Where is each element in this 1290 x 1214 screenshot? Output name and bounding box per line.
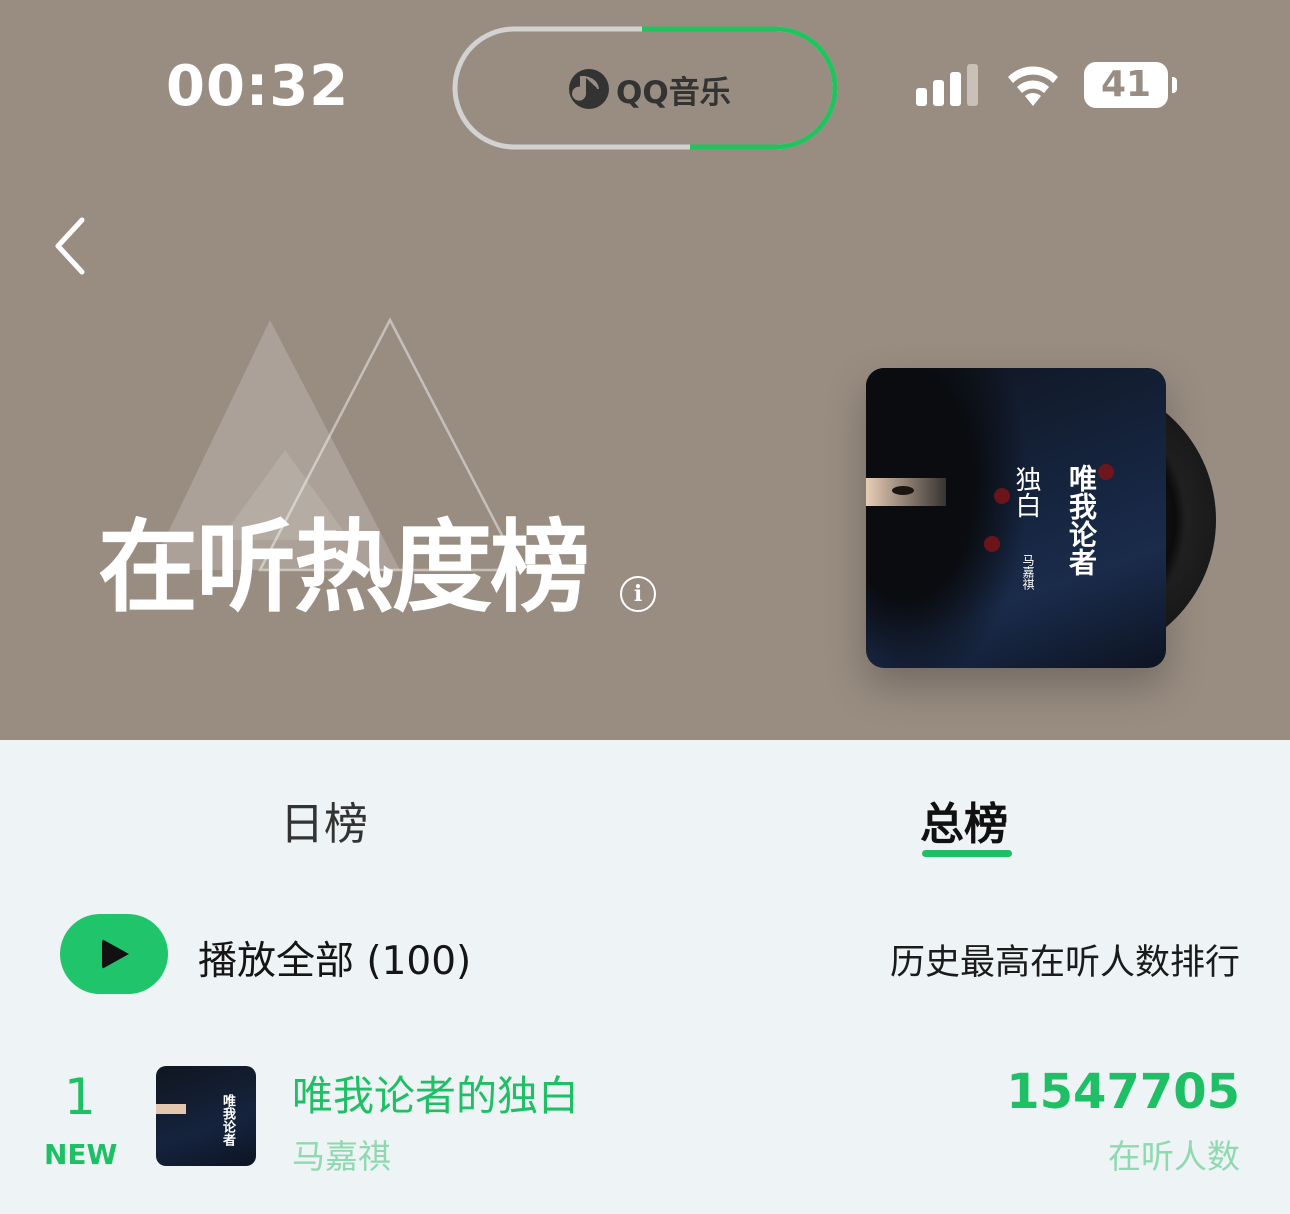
island-app-name: QQ音乐 (616, 74, 731, 111)
page-title: 在听热度榜 (98, 509, 590, 626)
chart-tabs: 日榜 总榜 (0, 740, 1290, 870)
listener-count: 1547705 (1006, 1064, 1240, 1120)
song-artist: 马嘉祺 (292, 1137, 391, 1176)
cellular-signal-icon (916, 64, 978, 106)
cover-artist: 马嘉祺 (1021, 554, 1035, 590)
thumbnail-cover-title: 唯我论者 (220, 1094, 235, 1146)
info-icon[interactable]: i (620, 576, 656, 612)
new-badge: NEW (44, 1138, 118, 1171)
rank-number: 1 (64, 1068, 96, 1126)
play-all-label[interactable]: 播放全部 (100) (198, 930, 471, 986)
qq-music-logo-icon (569, 69, 609, 109)
cover-subtitle: 独白 (1011, 466, 1041, 518)
history-ranking-link[interactable]: 历史最高在听人数排行 (890, 934, 1240, 985)
chart-header: 00:32 QQ音乐 41 在听热度榜 i 唯我论者 独白 马嘉祺 (0, 0, 1290, 740)
cover-title: 唯我论者 (1065, 464, 1098, 576)
wifi-icon (1008, 66, 1058, 106)
play-icon (102, 939, 129, 969)
song-thumbnail: 唯我论者 (156, 1066, 256, 1166)
battery-indicator: 41 (1084, 62, 1177, 108)
listener-count-label: 在听人数 (1108, 1137, 1240, 1176)
tab-daily[interactable]: 日榜 (280, 788, 368, 852)
list-item[interactable]: 1 NEW 唯我论者 唯我论者的独白 马嘉祺 1547705 在听人数 (0, 1040, 1290, 1214)
tab-total[interactable]: 总榜 (920, 788, 1008, 852)
play-all-button[interactable] (60, 914, 168, 994)
back-chevron-icon[interactable] (46, 206, 106, 286)
status-time: 00:32 (166, 54, 350, 119)
active-tab-indicator (922, 850, 1012, 857)
song-title: 唯我论者的独白 (292, 1072, 579, 1120)
island-app-label: QQ音乐 (568, 66, 731, 112)
album-cover[interactable]: 唯我论者 独白 马嘉祺 (866, 368, 1166, 668)
